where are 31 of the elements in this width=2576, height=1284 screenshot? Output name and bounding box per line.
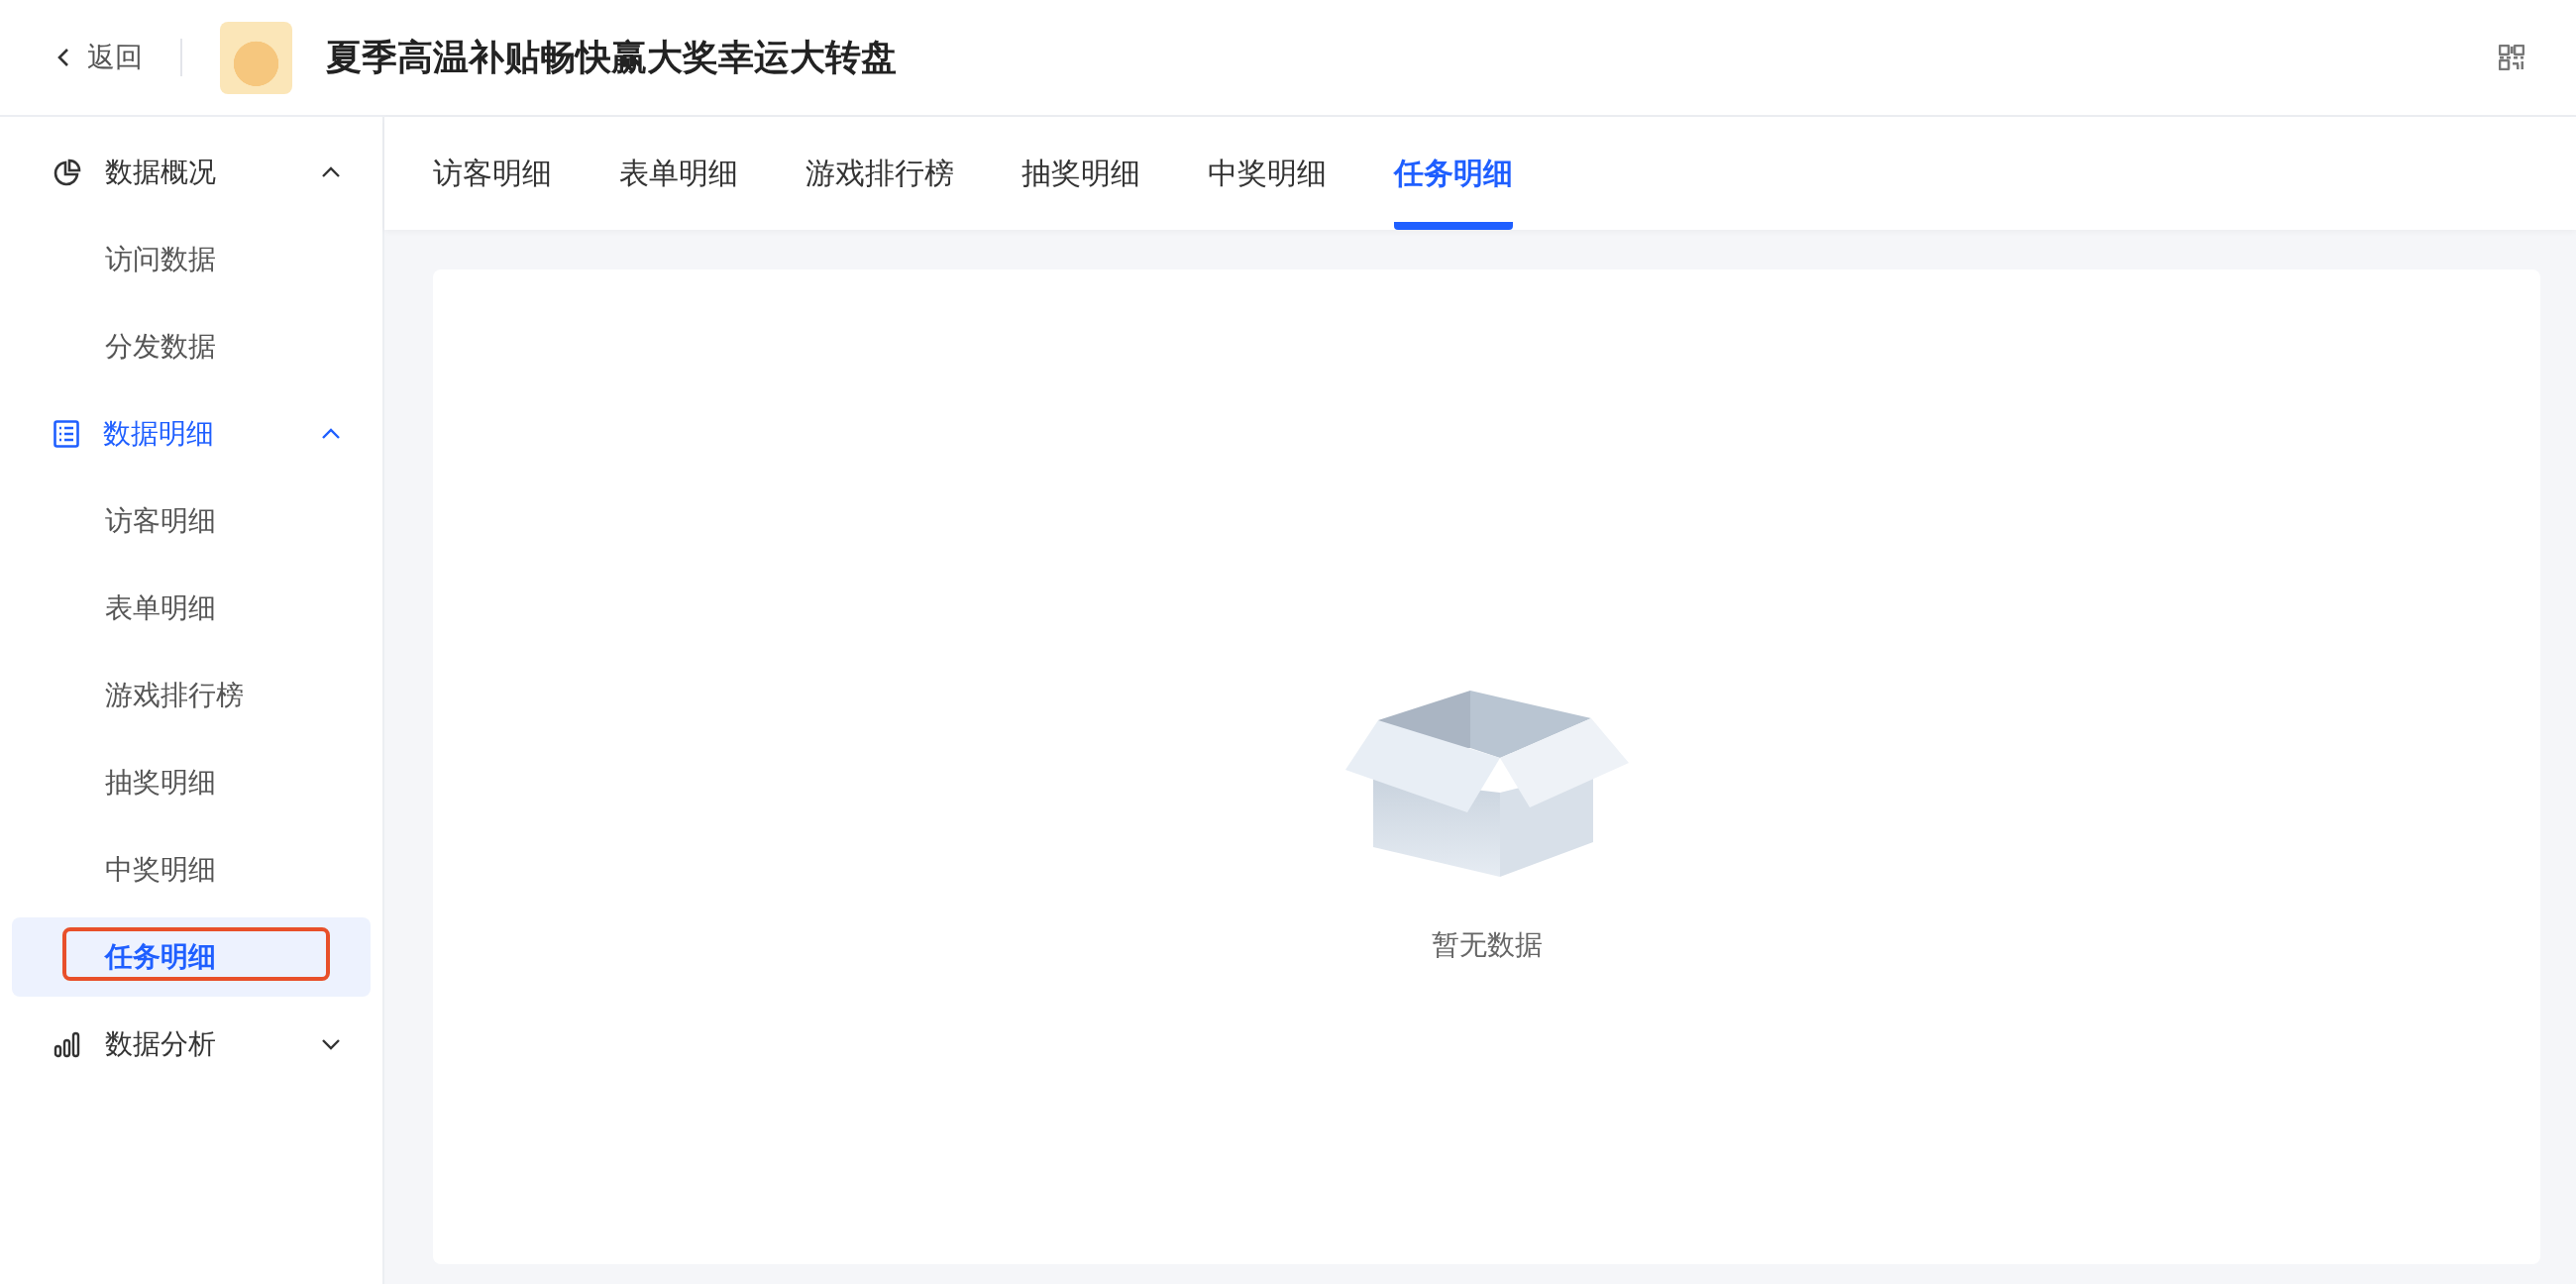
sidebar-item[interactable]: 表单明细 xyxy=(12,569,371,648)
sidebar-item[interactable]: 任务明细 xyxy=(12,917,371,997)
pie-chart-icon xyxy=(54,159,81,186)
qr-code-icon[interactable] xyxy=(2499,45,2524,70)
sidebar-item[interactable]: 访问数据 xyxy=(12,220,371,299)
chevron-left-icon xyxy=(57,48,69,67)
sidebar-item[interactable]: 游戏排行榜 xyxy=(12,656,371,735)
back-button[interactable]: 返回 xyxy=(57,39,143,76)
sidebar-item[interactable]: 抽奖明细 xyxy=(12,743,371,822)
tab[interactable]: 中奖明细 xyxy=(1208,117,1327,230)
tab[interactable]: 访客明细 xyxy=(433,117,552,230)
sidebar-group[interactable]: 数据分析 xyxy=(12,1001,371,1088)
chevron-down-icon xyxy=(321,1038,341,1050)
tab[interactable]: 游戏排行榜 xyxy=(805,117,954,230)
page-title: 夏季高温补贴畅快赢大奖幸运大转盘 xyxy=(326,35,898,79)
sidebar-item[interactable]: 分发数据 xyxy=(12,307,371,386)
group-label: 数据概况 xyxy=(105,155,217,190)
bar-chart-icon xyxy=(54,1030,81,1058)
empty-message: 暂无数据 xyxy=(1431,927,1543,963)
list-icon xyxy=(54,420,79,448)
group-label: 数据分析 xyxy=(105,1026,217,1062)
tab[interactable]: 任务明细 xyxy=(1394,117,1513,230)
chevron-up-icon xyxy=(321,428,341,440)
tab[interactable]: 表单明细 xyxy=(619,117,738,230)
sidebar-group[interactable]: 数据概况 xyxy=(12,129,371,216)
sidebar-item[interactable]: 中奖明细 xyxy=(12,830,371,910)
sidebar-group[interactable]: 数据明细 xyxy=(12,390,371,478)
group-label: 数据明细 xyxy=(103,416,215,452)
tab[interactable]: 抽奖明细 xyxy=(1021,117,1140,230)
chevron-up-icon xyxy=(321,166,341,178)
sidebar-item[interactable]: 访客明细 xyxy=(12,482,371,561)
